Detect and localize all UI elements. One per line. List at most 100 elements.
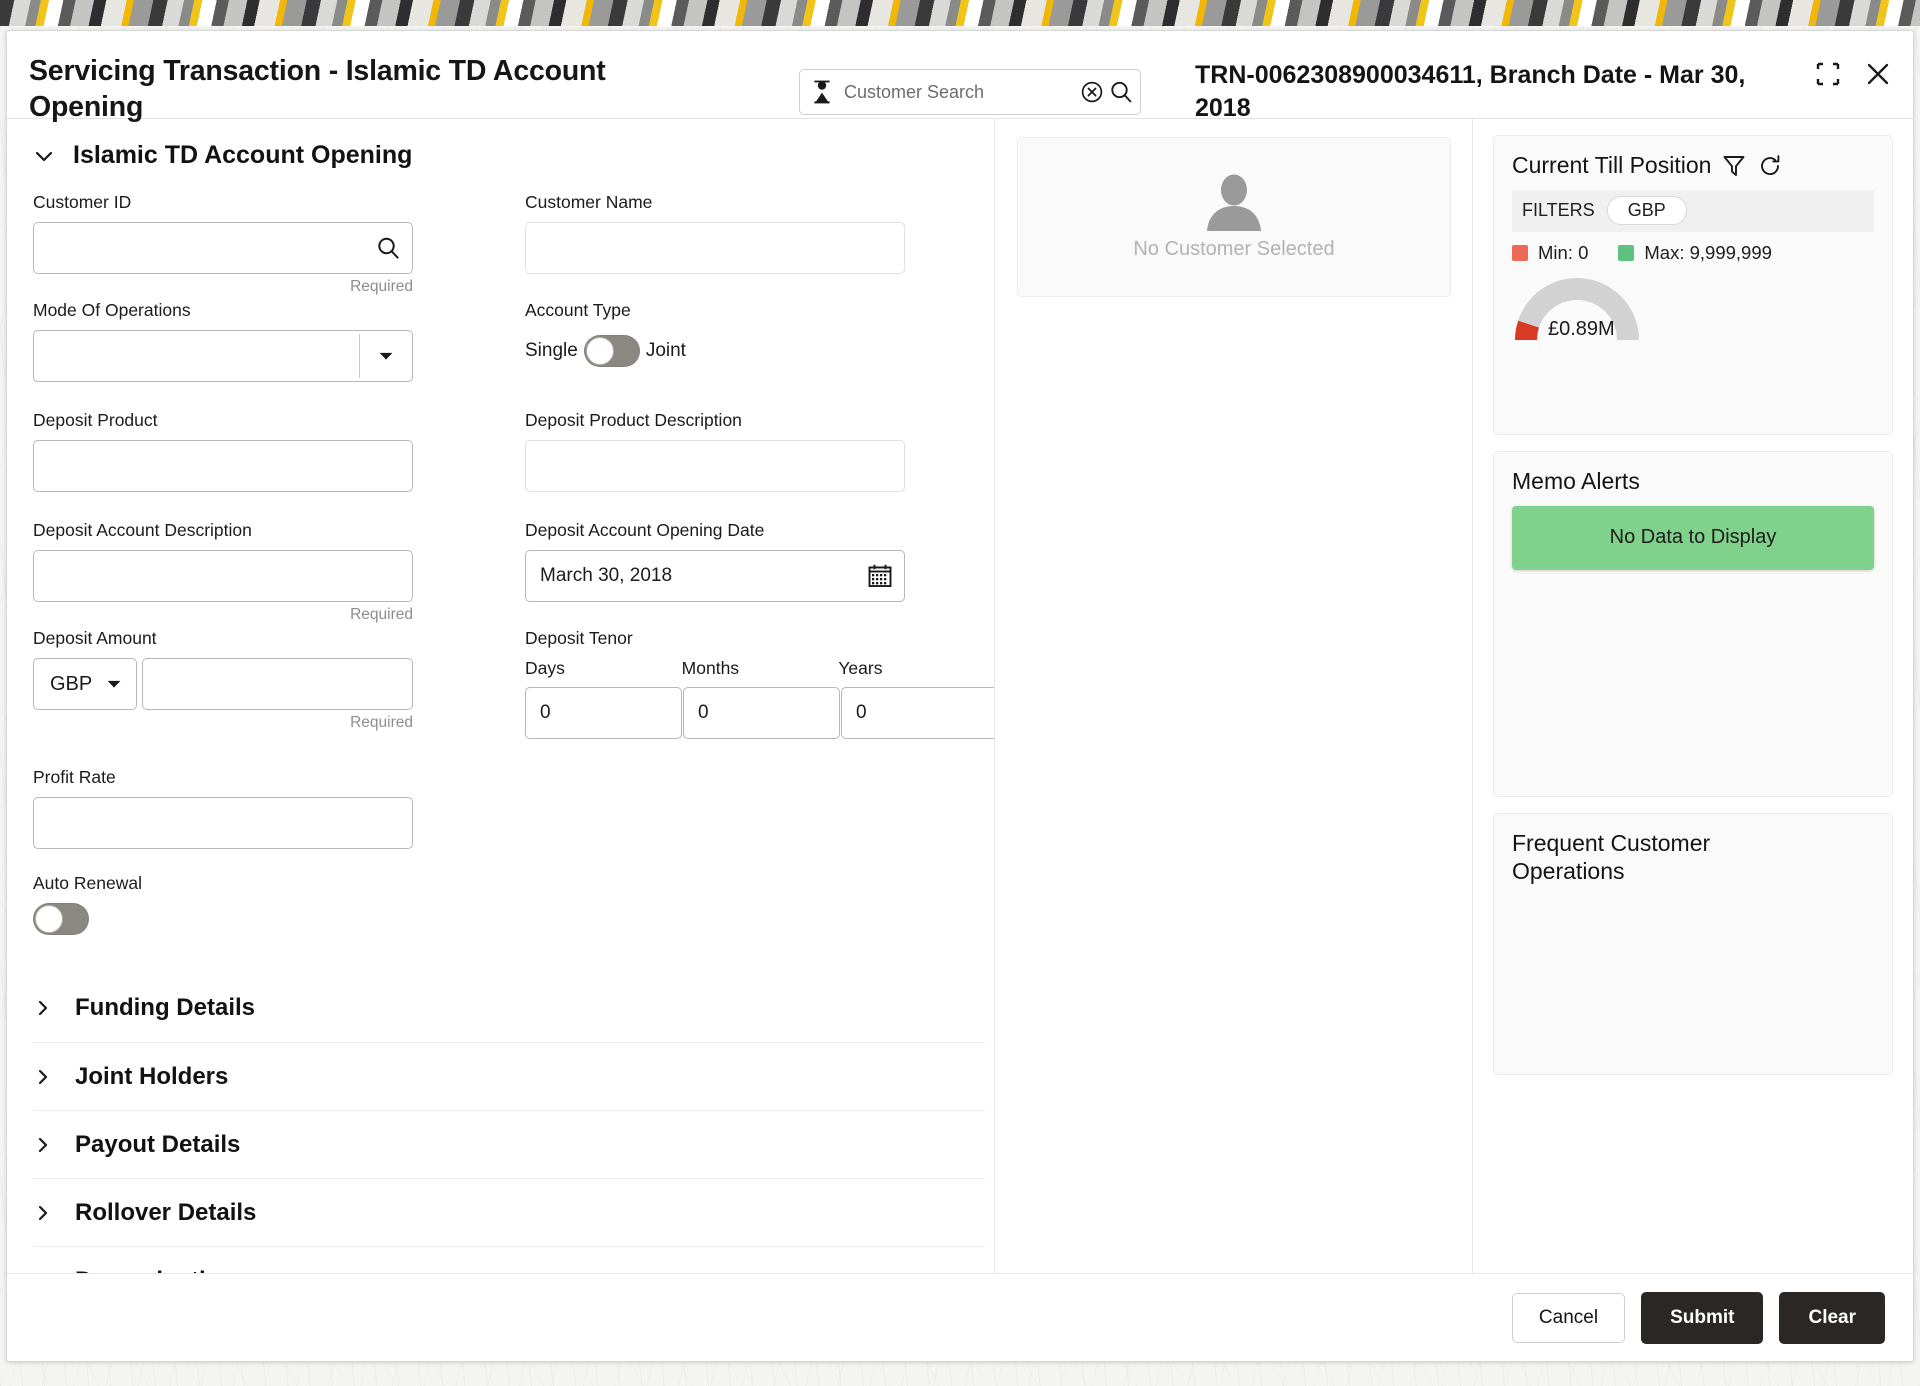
app-footer: Cancel Submit Clear [7,1273,1914,1361]
section-payout-details[interactable]: Payout Details [33,1110,985,1178]
section-label: Joint Holders [75,1063,228,1091]
till-filters-bar: FILTERS GBP [1512,190,1874,232]
frequent-ops-header: Frequent Customer Operations [1512,830,1874,885]
deposit-account-opening-date-input[interactable] [525,550,905,602]
filters-label: FILTERS [1522,200,1595,221]
auto-renewal-label: Auto Renewal [33,873,503,894]
section-label: Payout Details [75,1131,240,1159]
customer-empty-text: No Customer Selected [1133,238,1334,261]
close-icon[interactable] [1865,61,1891,87]
profit-rate-input[interactable] [33,797,413,849]
frequent-ops-title: Frequent Customer Operations [1512,830,1742,885]
mode-of-operations-select[interactable] [33,330,413,382]
clear-button[interactable]: Clear [1779,1292,1885,1344]
accordion-title: Islamic TD Account Opening [73,141,412,170]
account-type-toggle-row: Single Joint [525,330,995,372]
chevron-right-icon[interactable] [33,1203,53,1223]
app-header: Servicing Transaction - Islamic TD Accou… [7,31,1913,119]
customer-id-input[interactable] [33,222,413,274]
till-widget-header: Current Till Position [1512,152,1874,180]
currency-filter-chip[interactable]: GBP [1607,196,1687,225]
search-icon[interactable] [375,235,401,261]
chevron-right-icon[interactable] [33,998,53,1018]
section-rollover-details[interactable]: Rollover Details [33,1178,985,1246]
field-deposit-product: Deposit Product [33,410,503,516]
field-deposit-tenor: Deposit Tenor Days Months Years [525,628,995,739]
deposit-tenor-days-input[interactable] [525,687,682,739]
chevron-right-icon[interactable] [33,1135,53,1155]
max-color-swatch [1618,245,1634,261]
toggle-knob [35,905,63,933]
calendar-icon[interactable] [867,563,893,589]
chevron-down-icon[interactable] [33,145,55,167]
till-gauge: £0.89M [1512,270,1874,348]
collapsed-sections: Funding Details Joint Holders Payout Det… [33,974,985,1314]
refresh-icon[interactable] [1757,153,1783,179]
deposit-tenor-months-label: Months [682,658,839,679]
deposit-amount-input[interactable] [142,658,413,710]
memo-alerts-widget: Memo Alerts No Data to Display [1493,451,1893,797]
deposit-account-description-label: Deposit Account Description [33,520,503,541]
chevron-right-icon[interactable] [33,1067,53,1087]
till-gauge-value: £0.89M [1548,318,1615,341]
auto-renewal-toggle[interactable] [33,903,89,935]
deposit-tenor-label: Deposit Tenor [525,628,995,649]
filter-icon[interactable] [1721,153,1747,179]
search-icon[interactable] [1108,79,1134,105]
section-joint-holders[interactable]: Joint Holders [33,1042,985,1110]
window-controls [1815,61,1891,87]
memo-alerts-header: Memo Alerts [1512,468,1874,496]
chevron-down-icon[interactable] [360,346,412,366]
field-account-type: Account Type Single Joint [525,300,995,406]
deposit-amount-currency-value: GBP [34,673,92,696]
customer-name-input[interactable] [525,222,905,274]
submit-button[interactable]: Submit [1641,1292,1763,1344]
deposit-product-label: Deposit Product [33,410,503,431]
account-type-joint-label: Joint [646,340,686,362]
account-type-toggle[interactable] [584,335,640,367]
deposit-amount-currency-select[interactable]: GBP [33,658,137,710]
deposit-tenor-inputs [525,687,995,739]
side-widgets-column: Current Till Position FILTERS [1473,119,1913,1362]
restore-window-icon[interactable] [1815,61,1841,87]
deposit-account-opening-date-label: Deposit Account Opening Date [525,520,995,541]
min-color-swatch [1512,245,1528,261]
deposit-tenor-months-input[interactable] [683,687,840,739]
form-grid: Customer ID Required Customer Name [33,192,968,944]
person-icon [812,80,832,104]
form-grid-empty-cell-2 [525,853,995,944]
deposit-tenor-years-input[interactable] [841,687,995,739]
customer-search-input[interactable] [832,82,1076,103]
field-customer-name: Customer Name [525,192,995,296]
accordion-header-islamic-td[interactable]: Islamic TD Account Opening [33,141,968,170]
deposit-tenor-years-label: Years [838,658,995,679]
till-widget-title: Current Till Position [1512,152,1711,180]
deposit-account-description-input[interactable] [33,550,413,602]
account-type-label: Account Type [525,300,995,321]
memo-alerts-empty-banner: No Data to Display [1512,506,1874,570]
field-deposit-product-description: Deposit Product Description [525,410,995,516]
deposit-product-description-input[interactable] [525,440,905,492]
min-label: Min: 0 [1538,242,1588,264]
section-label: Funding Details [75,994,255,1022]
toggle-knob [586,337,614,365]
clear-circle-icon[interactable] [1079,79,1105,105]
section-funding-details[interactable]: Funding Details [33,974,985,1042]
form-column: Islamic TD Account Opening Customer ID [7,119,995,1362]
deposit-product-input[interactable] [33,440,413,492]
customer-id-label: Customer ID [33,192,503,213]
transaction-info: TRN-0062308900034611, Branch Date - Mar … [1195,59,1765,124]
customer-search-box[interactable] [799,69,1141,115]
app-body: Islamic TD Account Opening Customer ID [7,119,1913,1362]
cancel-button[interactable]: Cancel [1512,1293,1625,1343]
field-deposit-amount: Deposit Amount GBP Required [33,628,503,739]
deposit-product-description-label: Deposit Product Description [525,410,995,431]
chevron-down-icon[interactable] [92,674,136,694]
customer-name-label: Customer Name [525,192,995,213]
max-label: Max: 9,999,999 [1644,242,1772,264]
profit-rate-label: Profit Rate [33,767,503,788]
customer-panel-column: No Customer Selected [995,119,1473,1362]
deposit-tenor-days-label: Days [525,658,682,679]
application-window: Servicing Transaction - Islamic TD Accou… [6,30,1914,1362]
customer-id-required-hint: Required [33,278,413,296]
